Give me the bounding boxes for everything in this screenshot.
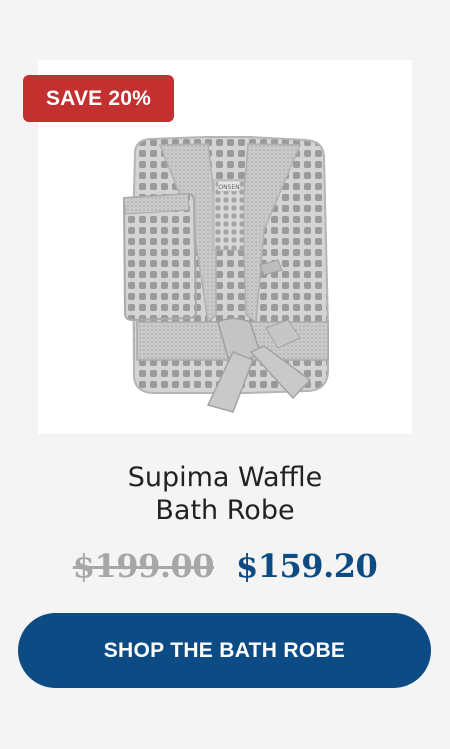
price-row: $199.00 $159.20 bbox=[0, 542, 450, 590]
product-title[interactable]: Supima Waffle Bath Robe bbox=[0, 461, 450, 527]
product-title-line-1: Supima Waffle bbox=[127, 462, 323, 493]
sale-price: $159.20 bbox=[236, 547, 378, 585]
brand-label: ONSEN bbox=[218, 184, 239, 191]
discount-badge: SAVE 20% bbox=[23, 75, 174, 122]
shop-bath-robe-button[interactable]: SHOP THE BATH ROBE bbox=[18, 613, 431, 688]
original-price: $199.00 bbox=[72, 547, 215, 585]
product-title-line-2: Bath Robe bbox=[155, 495, 295, 526]
product-card: ONSEN SAVE 20% Supima Waffle Bath Robe $… bbox=[0, 0, 450, 749]
